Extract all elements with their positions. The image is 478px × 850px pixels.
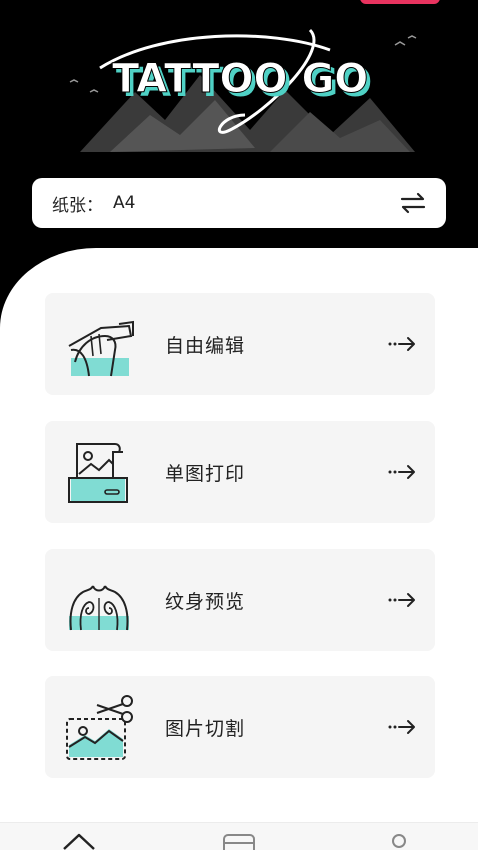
- photo-printer-icon: [61, 434, 137, 510]
- tattoo-go-logo: TATTOO GO TATTOO GO: [69, 28, 417, 152]
- logo-text: TATTOO GO: [112, 56, 368, 102]
- card-icon[interactable]: [222, 831, 256, 850]
- paper-selector[interactable]: 纸张： A4: [32, 178, 446, 228]
- menu-card-free-edit[interactable]: 自由编辑: [45, 293, 435, 395]
- menu-card-label: 单图打印: [165, 462, 246, 485]
- arrow-right-icon: [387, 462, 417, 482]
- top-indicator: [360, 0, 440, 4]
- swap-icon[interactable]: [398, 188, 428, 218]
- menu-card-label: 纹身预览: [165, 590, 246, 613]
- menu-card-image-cut[interactable]: 图片切割: [45, 676, 435, 778]
- menu-card-tattoo-preview[interactable]: 纹身预览: [45, 549, 435, 651]
- image-scissors-icon: [61, 689, 137, 765]
- arrow-right-icon: [387, 590, 417, 610]
- arrow-right-icon: [387, 334, 417, 354]
- body-back-preview-icon: [61, 562, 137, 638]
- paper-value: A4: [113, 193, 136, 213]
- hands-stencil-icon: [61, 306, 137, 382]
- menu-card-single-print[interactable]: 单图打印: [45, 421, 435, 523]
- arrow-right-icon: [387, 717, 417, 737]
- menu-card-label: 图片切割: [165, 717, 246, 740]
- menu-card-label: 自由编辑: [165, 334, 246, 357]
- paper-label: 纸张：: [52, 195, 103, 216]
- bottom-tab-bar: [0, 822, 478, 850]
- home-icon[interactable]: [62, 831, 96, 850]
- profile-icon[interactable]: [388, 831, 410, 850]
